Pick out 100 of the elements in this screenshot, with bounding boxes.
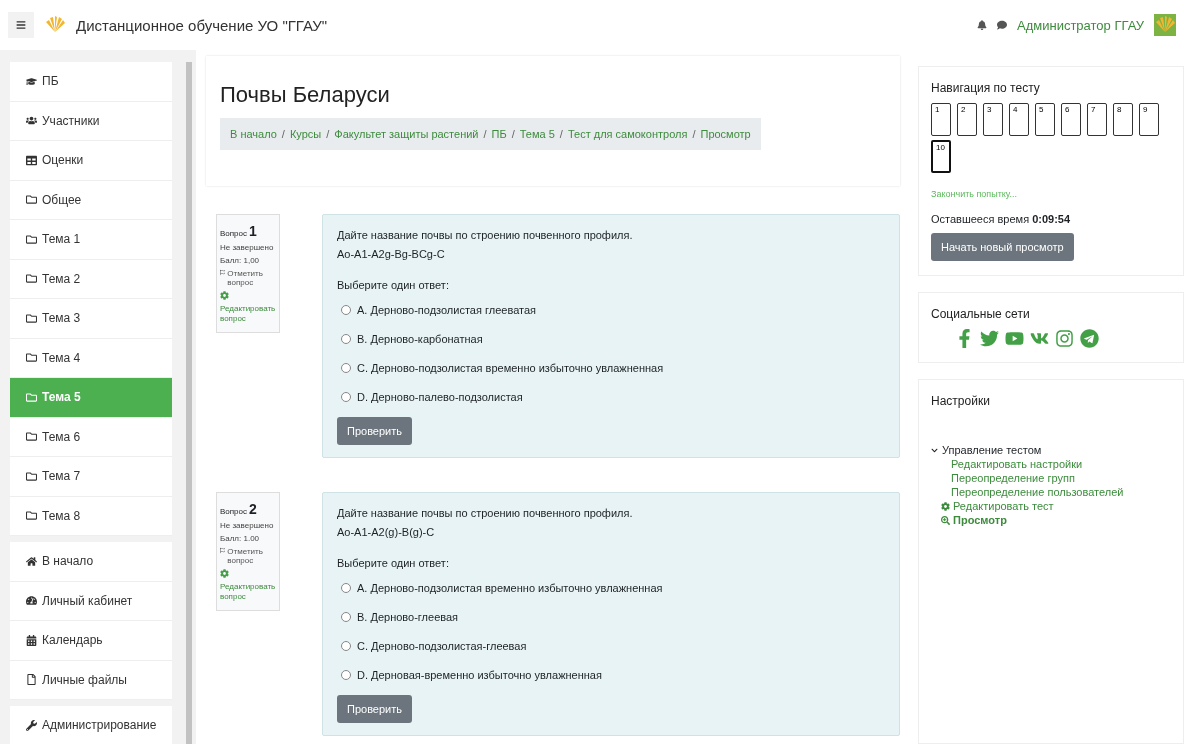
answer-option[interactable]: A. Дерново-подзолистая глееватая xyxy=(337,297,885,323)
radio-button[interactable] xyxy=(341,305,351,315)
breadcrumb-separator: / xyxy=(559,128,563,140)
question-text: Дайте название почвы по строению почвенного профиля. xyxy=(337,229,634,241)
sidebar-item[interactable]: В начало xyxy=(10,542,172,582)
gear-icon xyxy=(220,569,229,578)
folder-icon xyxy=(26,194,37,206)
radio-button[interactable] xyxy=(341,583,351,593)
question-score: Балл: 1.00 xyxy=(220,534,261,543)
answer-option[interactable]: B. Дерново-глеевая xyxy=(337,604,885,630)
breadcrumb-link[interactable]: Курсы xyxy=(289,128,322,140)
breadcrumb-link[interactable]: ПБ xyxy=(491,128,507,140)
answer-option[interactable]: D. Дерновая-временно избыточно увлажненная xyxy=(337,662,885,688)
flag-icon xyxy=(220,269,226,276)
check-button[interactable]: Проверить xyxy=(337,417,412,445)
breadcrumb-link[interactable]: Факультет защиты растений xyxy=(334,128,479,140)
breadcrumb-separator: / xyxy=(326,128,330,140)
message-icon[interactable] xyxy=(997,20,1007,30)
radio-button[interactable] xyxy=(341,612,351,622)
edit-question-link[interactable]: Редактировать вопрос xyxy=(220,304,276,324)
answer-option[interactable]: C. Дерново-подзолистая-глеевая xyxy=(337,633,885,659)
question-nav-button[interactable]: 4 xyxy=(1009,103,1029,136)
telegram-icon[interactable] xyxy=(1080,329,1099,348)
question-number: 1 xyxy=(249,223,257,239)
settings-link[interactable]: Редактировать настройки xyxy=(931,458,1171,470)
youtube-icon[interactable] xyxy=(1005,329,1024,348)
menu-button[interactable] xyxy=(8,12,34,38)
answer-prompt: Выберите один ответ: xyxy=(337,557,450,569)
bell-icon[interactable] xyxy=(977,20,987,30)
question-number: 2 xyxy=(249,501,257,517)
twitter-icon[interactable] xyxy=(980,329,999,348)
question-nav-button[interactable]: 8 xyxy=(1113,103,1133,136)
avatar-icon xyxy=(1154,14,1176,36)
question-nav-button[interactable]: 5 xyxy=(1035,103,1055,136)
question-score: Балл: 1,00 xyxy=(220,256,261,265)
breadcrumb-link[interactable]: Просмотр xyxy=(700,128,751,140)
user-name[interactable]: Администратор ГГАУ xyxy=(1017,17,1144,33)
block-title: Настройки xyxy=(931,394,991,408)
gear-icon xyxy=(941,501,950,511)
settings-link[interactable]: Редактировать тест xyxy=(931,500,1171,512)
folder-icon xyxy=(26,352,37,364)
block-title: Навигация по тесту xyxy=(931,81,1041,95)
folder-icon xyxy=(26,431,37,443)
folder-icon xyxy=(26,233,37,245)
gauge-icon xyxy=(26,595,37,607)
flag-question-link[interactable]: Отметить вопрос xyxy=(220,547,276,565)
folder-icon xyxy=(26,273,37,285)
answer-option[interactable]: C. Дерново-подзолистая временно избыточно увлажненная xyxy=(337,355,885,381)
calendar-icon xyxy=(26,634,37,646)
breadcrumb-link[interactable]: Тема 5 xyxy=(519,128,555,140)
wrench-icon xyxy=(26,719,37,731)
restart-preview-button[interactable]: Начать новый просмотр xyxy=(931,233,1074,261)
breadcrumb-link[interactable]: В начало xyxy=(230,128,277,140)
graduation-cap-icon xyxy=(26,75,37,87)
radio-button[interactable] xyxy=(341,670,351,680)
time-remaining: Оставшееся время 0:09:54 xyxy=(931,213,1072,225)
answer-prompt: Выберите один ответ: xyxy=(337,279,450,291)
check-button[interactable]: Проверить xyxy=(337,695,412,723)
file-icon xyxy=(26,674,37,686)
sidebar-item[interactable]: ПБ xyxy=(10,62,172,102)
radio-button[interactable] xyxy=(341,392,351,402)
settings-link[interactable]: Переопределение групп xyxy=(931,472,1171,484)
radio-button[interactable] xyxy=(341,641,351,651)
soil-profile-formula: Ао-А1-А2(g)-B(g)-C xyxy=(337,526,436,538)
scrollbar[interactable] xyxy=(186,62,192,744)
settings-link[interactable]: Просмотр xyxy=(931,514,1171,526)
breadcrumb-separator: / xyxy=(692,128,696,140)
soil-profile-formula: Ао-А1-А2g-Bg-BCg-C xyxy=(337,248,446,260)
chevron-down-icon[interactable] xyxy=(931,446,938,454)
question-nav-button[interactable]: 7 xyxy=(1087,103,1107,136)
folder-icon xyxy=(26,391,37,403)
edit-question-link[interactable]: Редактировать вопрос xyxy=(220,582,276,602)
breadcrumb-link[interactable]: Тест для самоконтроля xyxy=(567,128,688,140)
instagram-icon[interactable] xyxy=(1055,329,1074,348)
breadcrumb-separator: / xyxy=(511,128,515,140)
folder-icon xyxy=(26,470,37,482)
answer-option[interactable]: D. Дерново-палево-подзолистая xyxy=(337,384,885,410)
answer-option[interactable]: B. Дерново-карбонатная xyxy=(337,326,885,352)
page-title: Почвы Беларуси xyxy=(220,82,391,108)
flag-icon xyxy=(220,547,226,554)
question-nav-button[interactable]: 6 xyxy=(1061,103,1081,136)
menu-icon xyxy=(16,20,26,30)
breadcrumb-separator: / xyxy=(281,128,285,140)
folder-icon xyxy=(26,312,37,324)
question-nav-button[interactable]: 2 xyxy=(957,103,977,136)
answer-option[interactable]: A. Дерново-подзолистая временно избыточно увлажненная xyxy=(337,575,885,601)
tree-node[interactable]: Управление тестом xyxy=(942,444,1042,456)
radio-button[interactable] xyxy=(341,363,351,373)
question-status: Не завершено xyxy=(220,521,275,530)
question-nav-button[interactable]: 10 xyxy=(931,140,951,173)
question-nav-button[interactable]: 9 xyxy=(1139,103,1159,136)
breadcrumb-separator: / xyxy=(483,128,487,140)
block-title: Социальные сети xyxy=(931,307,1031,321)
flag-question-link[interactable]: Отметить вопрос xyxy=(220,269,276,287)
question-nav-button[interactable]: 3 xyxy=(983,103,1003,136)
question-label: Вопрос xyxy=(220,229,247,238)
question-nav-button[interactable]: 1 xyxy=(931,103,951,136)
radio-button[interactable] xyxy=(341,334,351,344)
settings-link[interactable]: Переопределение пользователей xyxy=(931,486,1171,498)
folder-icon xyxy=(26,510,37,522)
